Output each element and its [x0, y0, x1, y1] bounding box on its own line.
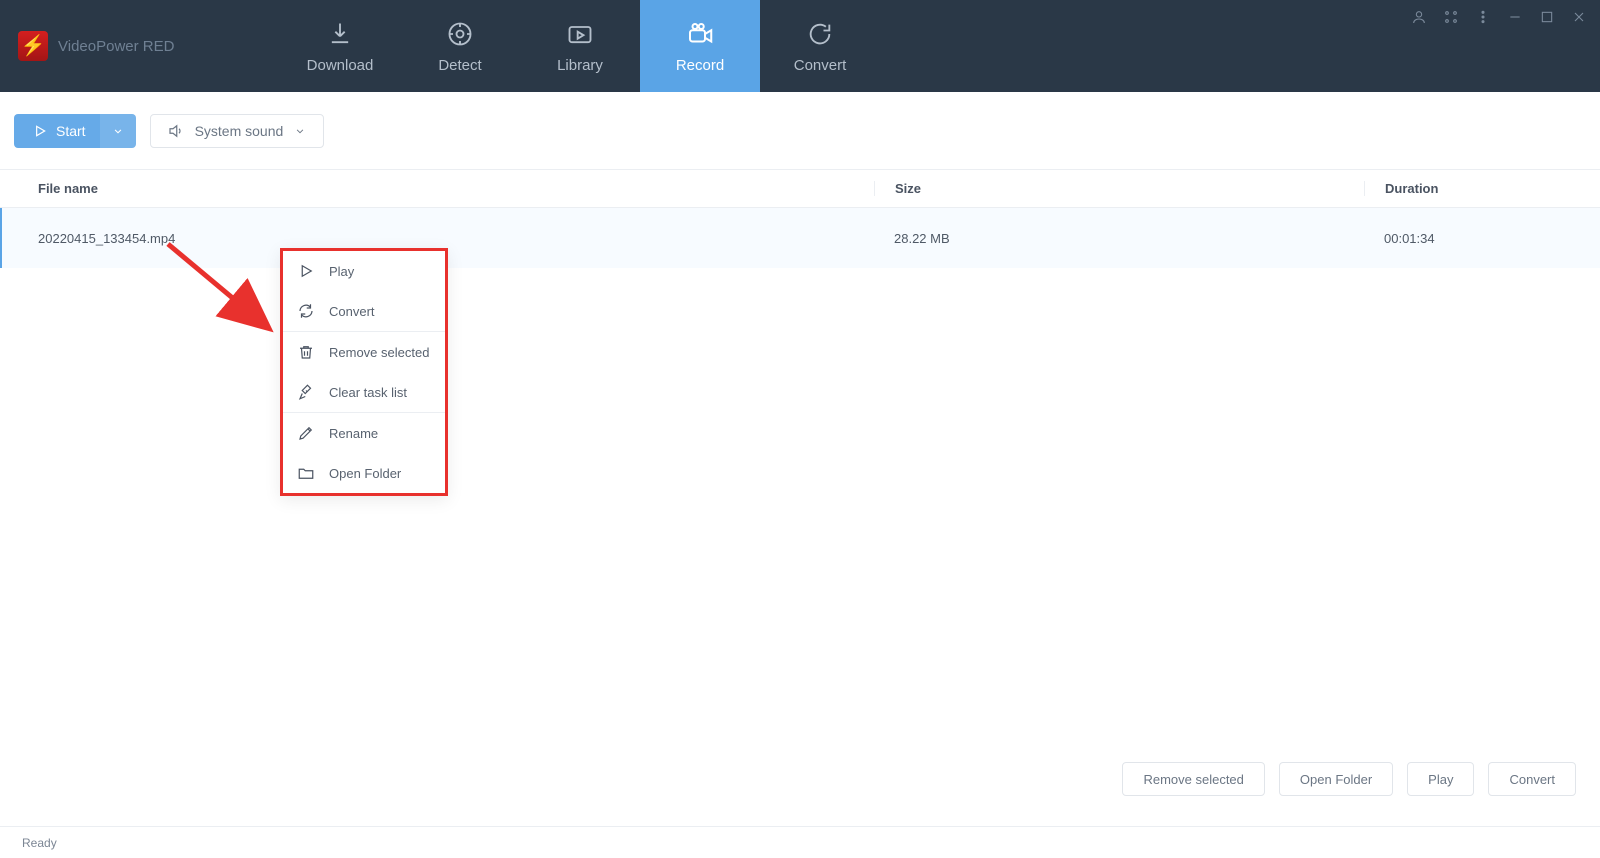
status-text: Ready [22, 836, 57, 850]
footer-play[interactable]: Play [1407, 762, 1474, 796]
library-icon [565, 19, 595, 49]
table-header: File name Size Duration [0, 170, 1600, 208]
tab-convert[interactable]: Convert [760, 0, 880, 92]
speaker-icon [167, 122, 185, 140]
footer-buttons: Remove selected Open Folder Play Convert [1122, 762, 1576, 796]
start-button[interactable]: Start [14, 114, 136, 148]
folder-icon [297, 464, 315, 482]
minimize-icon[interactable] [1506, 8, 1524, 26]
footer-convert[interactable]: Convert [1488, 762, 1576, 796]
ctx-remove-selected[interactable]: Remove selected [283, 332, 445, 372]
footer-remove-selected[interactable]: Remove selected [1122, 762, 1264, 796]
record-icon [685, 19, 715, 49]
ctx-rename[interactable]: Rename [283, 413, 445, 453]
ctx-clear-label: Clear task list [329, 385, 407, 400]
tab-detect[interactable]: Detect [400, 0, 520, 92]
convert-icon [805, 19, 835, 49]
footer-open-folder[interactable]: Open Folder [1279, 762, 1393, 796]
close-icon[interactable] [1570, 8, 1588, 26]
chevron-down-icon [293, 124, 307, 138]
cell-file-name: 20220415_133454.mp4 [2, 231, 874, 246]
context-menu: Play Convert Remove selected Clear task … [280, 248, 448, 496]
window-controls [1410, 8, 1588, 26]
ctx-rename-label: Rename [329, 426, 378, 441]
cell-size: 28.22 MB [874, 231, 1364, 246]
refresh-icon [297, 302, 315, 320]
app-name: VideoPower RED [58, 38, 174, 55]
broom-icon [297, 383, 315, 401]
play-icon [297, 262, 315, 280]
detect-icon [445, 19, 475, 49]
tab-convert-label: Convert [794, 57, 847, 74]
tab-library-label: Library [557, 57, 603, 74]
tab-download[interactable]: Download [280, 0, 400, 92]
tab-download-label: Download [307, 57, 374, 74]
start-dropdown[interactable] [100, 114, 136, 148]
system-sound-label: System sound [195, 123, 284, 139]
titlebar: VideoPower RED Download Detect Library [0, 0, 1600, 92]
annotation-arrow-icon [162, 240, 292, 360]
brand: VideoPower RED [0, 0, 280, 92]
tab-record-label: Record [676, 57, 724, 74]
header-file-name: File name [0, 181, 874, 196]
tab-detect-label: Detect [438, 57, 481, 74]
ctx-open-folder-label: Open Folder [329, 466, 401, 481]
trash-icon [297, 343, 315, 361]
ctx-play[interactable]: Play [283, 251, 445, 291]
user-icon[interactable] [1410, 8, 1428, 26]
ctx-remove-label: Remove selected [329, 345, 429, 360]
grid-icon[interactable] [1442, 8, 1460, 26]
ctx-convert-label: Convert [329, 304, 375, 319]
system-sound-button[interactable]: System sound [150, 114, 325, 148]
cell-duration: 00:01:34 [1364, 231, 1600, 246]
header-duration: Duration [1364, 181, 1600, 196]
toolbar: Start System sound [0, 92, 1600, 170]
tab-library[interactable]: Library [520, 0, 640, 92]
tab-record[interactable]: Record [640, 0, 760, 92]
download-icon [325, 19, 355, 49]
chevron-down-icon [111, 124, 125, 138]
pencil-icon [297, 424, 315, 442]
status-bar: Ready [0, 826, 1600, 858]
nav-tabs: Download Detect Library Record [280, 0, 880, 92]
ctx-clear-task-list[interactable]: Clear task list [283, 372, 445, 412]
app-logo-icon [18, 31, 48, 61]
ctx-convert[interactable]: Convert [283, 291, 445, 331]
start-button-label: Start [56, 123, 86, 139]
ctx-open-folder[interactable]: Open Folder [283, 453, 445, 493]
maximize-icon[interactable] [1538, 8, 1556, 26]
header-size: Size [874, 181, 1364, 196]
ctx-play-label: Play [329, 264, 354, 279]
menu-icon[interactable] [1474, 8, 1492, 26]
